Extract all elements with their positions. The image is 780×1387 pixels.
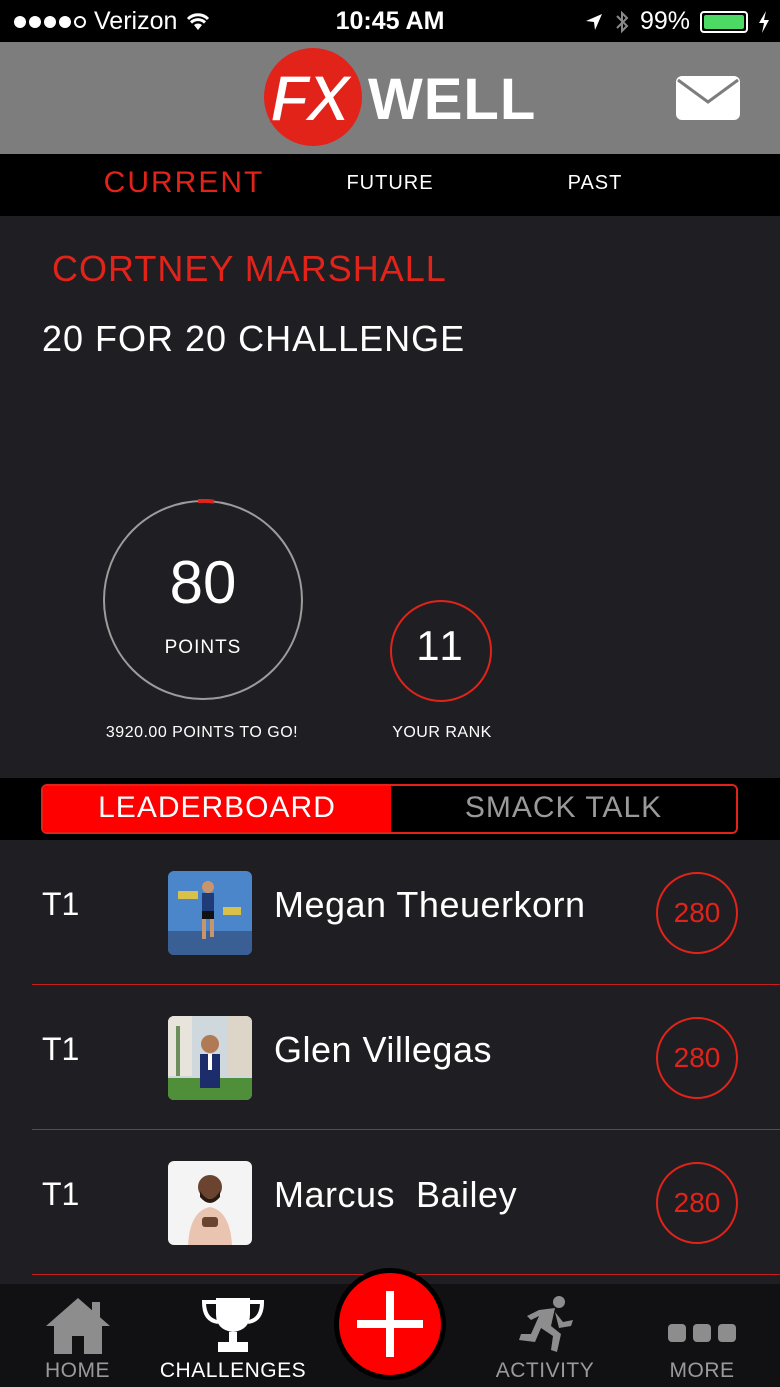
mail-button[interactable] [676, 76, 740, 120]
leaderboard-segment[interactable]: LEADERBOARD [43, 786, 391, 832]
battery-icon [700, 10, 748, 33]
status-right: 99% [584, 7, 770, 36]
envelope-icon [677, 78, 739, 104]
segmented-control: LEADERBOARD SMACK TALK [41, 784, 738, 834]
rank-value: 11 [416, 622, 466, 669]
row-name: Glen Villegas [274, 1029, 492, 1070]
points-value: 80 [169, 549, 237, 616]
row-rank: T1 [42, 1176, 80, 1212]
row-score: 280 [656, 872, 738, 954]
add-button[interactable] [334, 1268, 446, 1380]
charging-icon [759, 10, 769, 33]
challenge-owner: CORTNEY MARSHALL [52, 248, 447, 289]
nav-challenges-label: CHALLENGES [159, 1359, 307, 1382]
nav-activity-label: ACTIVITY [495, 1359, 595, 1382]
leaderboard-row[interactable]: T1 Marcus Bailey 280 [0, 1130, 780, 1275]
leaderboard-row[interactable]: T1 Glen Villegas 280 [0, 985, 780, 1130]
row-rank: T1 [42, 886, 80, 922]
running-person-icon [519, 1296, 573, 1352]
nav-more[interactable]: MORE [644, 1284, 760, 1387]
row-rank: T1 [42, 1031, 80, 1067]
nav-activity[interactable]: ACTIVITY [486, 1284, 604, 1387]
nav-more-label: MORE [669, 1359, 735, 1382]
tab-future[interactable]: FUTURE [300, 154, 480, 216]
app-header: FX WELL [0, 42, 780, 154]
nav-challenges[interactable]: CHALLENGES [155, 1284, 311, 1387]
battery-percent: 99% [639, 7, 690, 35]
tab-past[interactable]: PAST [505, 154, 685, 216]
rank-label: YOUR RANK [392, 724, 492, 741]
logo-fx-text: FX [269, 60, 351, 136]
row-score: 280 [656, 1017, 738, 1099]
nav-home-label: HOME [45, 1359, 110, 1382]
trophy-icon [201, 1298, 265, 1352]
points-to-go: 3920.00 POINTS TO GO! [105, 724, 299, 741]
segment-bar: LEADERBOARD SMACK TALK [0, 778, 780, 840]
row-name: Megan Theuerkorn [274, 884, 586, 925]
challenge-title: 20 FOR 20 CHALLENGE [42, 318, 466, 359]
home-icon [45, 1298, 110, 1354]
avatar[interactable] [168, 1161, 252, 1245]
smack-talk-segment[interactable]: SMACK TALK [391, 786, 736, 832]
points-label: POINTS [164, 637, 242, 658]
leaderboard-row[interactable]: T1 Megan Theuerkorn 280 [0, 840, 780, 985]
avatar[interactable] [168, 871, 252, 955]
battery-level [704, 14, 744, 29]
tab-current[interactable]: CURRENT [84, 154, 284, 216]
avatar[interactable] [168, 1016, 252, 1100]
plus-icon [357, 1291, 423, 1357]
fxwell-logo[interactable]: FX WELL [264, 48, 535, 148]
row-score: 280 [656, 1162, 738, 1244]
status-bar: Verizon 10:45 AM 99% [0, 0, 780, 42]
bluetooth-icon [616, 10, 629, 33]
row-name: Marcus Bailey [274, 1174, 518, 1215]
location-arrow-icon [585, 13, 602, 30]
more-dots-icon [668, 1324, 736, 1342]
logo-well-text: WELL [368, 67, 537, 132]
challenge-tabs: CURRENT FUTURE PAST [0, 154, 780, 216]
nav-home[interactable]: HOME [20, 1284, 135, 1387]
